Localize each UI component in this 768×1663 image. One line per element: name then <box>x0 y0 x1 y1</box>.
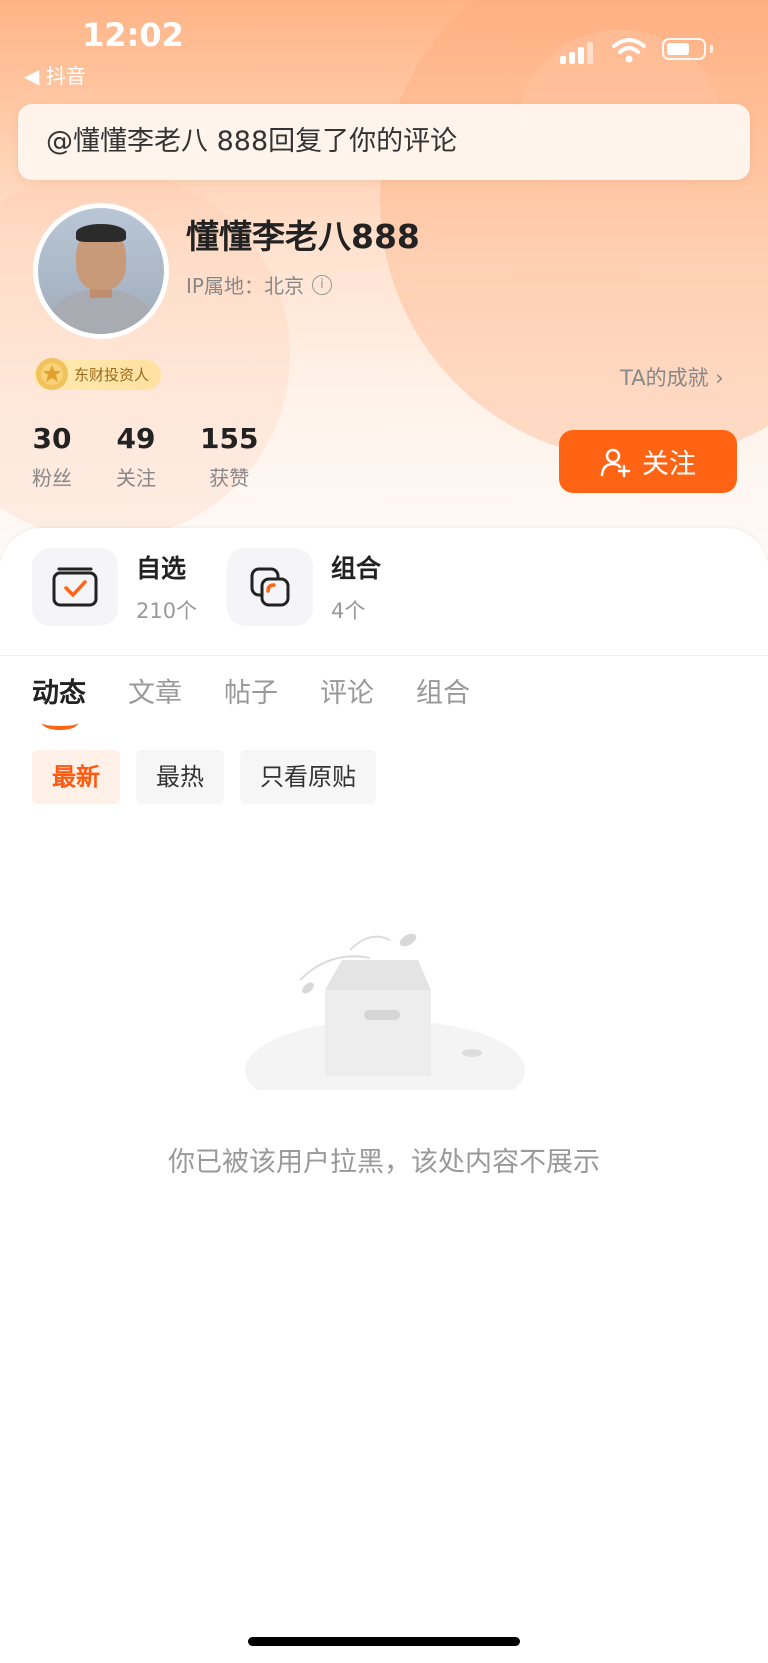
battery-tip <box>710 45 713 53</box>
portfolio-title: 组合 <box>331 554 382 583</box>
tab-label: 帖子 <box>224 678 278 709</box>
portfolio-count: 4个 <box>331 599 366 623</box>
tab-label: 文章 <box>128 678 182 709</box>
watchlist-icon <box>32 548 118 626</box>
filter-chips: 最新 最热 只看原贴 <box>32 750 376 804</box>
tab-activity[interactable]: 动态 <box>32 672 86 730</box>
status-time: 12:02 <box>82 16 184 54</box>
stat-fans[interactable]: 30 粉丝 <box>32 422 72 491</box>
section-divider <box>0 655 768 656</box>
tab-articles[interactable]: 文章 <box>128 672 182 716</box>
follow-button-label: 关注 <box>642 449 696 480</box>
avatar-photo <box>38 208 164 334</box>
tab-posts[interactable]: 帖子 <box>224 672 278 716</box>
stat-value: 155 <box>200 422 259 455</box>
ip-location-row: IP属地：北京 i <box>186 270 332 299</box>
quick-entry-watchlist[interactable]: 自选 210个 <box>32 548 197 626</box>
ip-location-text: IP属地：北京 <box>186 274 304 298</box>
filter-latest[interactable]: 最新 <box>32 750 120 804</box>
avatar[interactable] <box>33 203 169 339</box>
stat-value: 49 <box>116 422 156 455</box>
content-tabs: 动态 文章 帖子 评论 组合 <box>32 672 512 730</box>
empty-box-illustration <box>245 933 525 1090</box>
info-icon[interactable]: i <box>311 274 332 295</box>
tab-label: 组合 <box>416 678 470 709</box>
wifi-icon <box>612 38 646 63</box>
stat-likes[interactable]: 155 获赞 <box>200 422 258 491</box>
stat-label: 获赞 <box>209 466 250 490</box>
tab-comments[interactable]: 评论 <box>320 672 374 716</box>
active-tab-indicator <box>42 716 78 730</box>
achievements-link[interactable]: TA的成就 › <box>620 362 724 392</box>
portfolio-icon <box>227 548 313 626</box>
watchlist-count: 210个 <box>136 599 198 623</box>
notification-banner[interactable]: @懂懂李老八 888回复了你的评论 <box>18 104 750 180</box>
status-bar: 12:02 ◀ 抖音 <box>0 0 768 90</box>
tab-portfolios[interactable]: 组合 <box>416 672 470 716</box>
tab-label: 动态 <box>32 678 86 709</box>
cellular-signal-icon <box>560 40 596 64</box>
watchlist-title: 自选 <box>136 554 187 583</box>
filter-hottest[interactable]: 最热 <box>136 750 224 804</box>
quick-entry-portfolio[interactable]: 组合 4个 <box>227 548 381 626</box>
follow-button[interactable]: 关注 <box>559 430 737 493</box>
battery-icon <box>662 38 706 60</box>
home-indicator[interactable] <box>248 1637 520 1646</box>
medal-icon <box>36 358 68 390</box>
filter-original-only[interactable]: 只看原贴 <box>240 750 376 804</box>
empty-state-message: 你已被该用户拉黑，该处内容不展示 <box>168 1147 600 1178</box>
badge-label: 东财投资人 <box>74 366 150 384</box>
profile-username: 懂懂李老八888 <box>186 217 420 256</box>
profile-stats: 30 粉丝 49 关注 155 获赞 <box>32 422 302 491</box>
tab-label: 评论 <box>320 678 374 709</box>
stat-label: 粉丝 <box>32 466 72 490</box>
stat-value: 30 <box>32 422 72 455</box>
stat-label: 关注 <box>116 466 156 490</box>
investor-badge[interactable]: 东财投资人 <box>34 358 162 390</box>
stat-following[interactable]: 49 关注 <box>116 422 156 491</box>
back-to-app-link[interactable]: ◀ 抖音 <box>24 60 86 89</box>
add-user-icon <box>600 448 631 477</box>
